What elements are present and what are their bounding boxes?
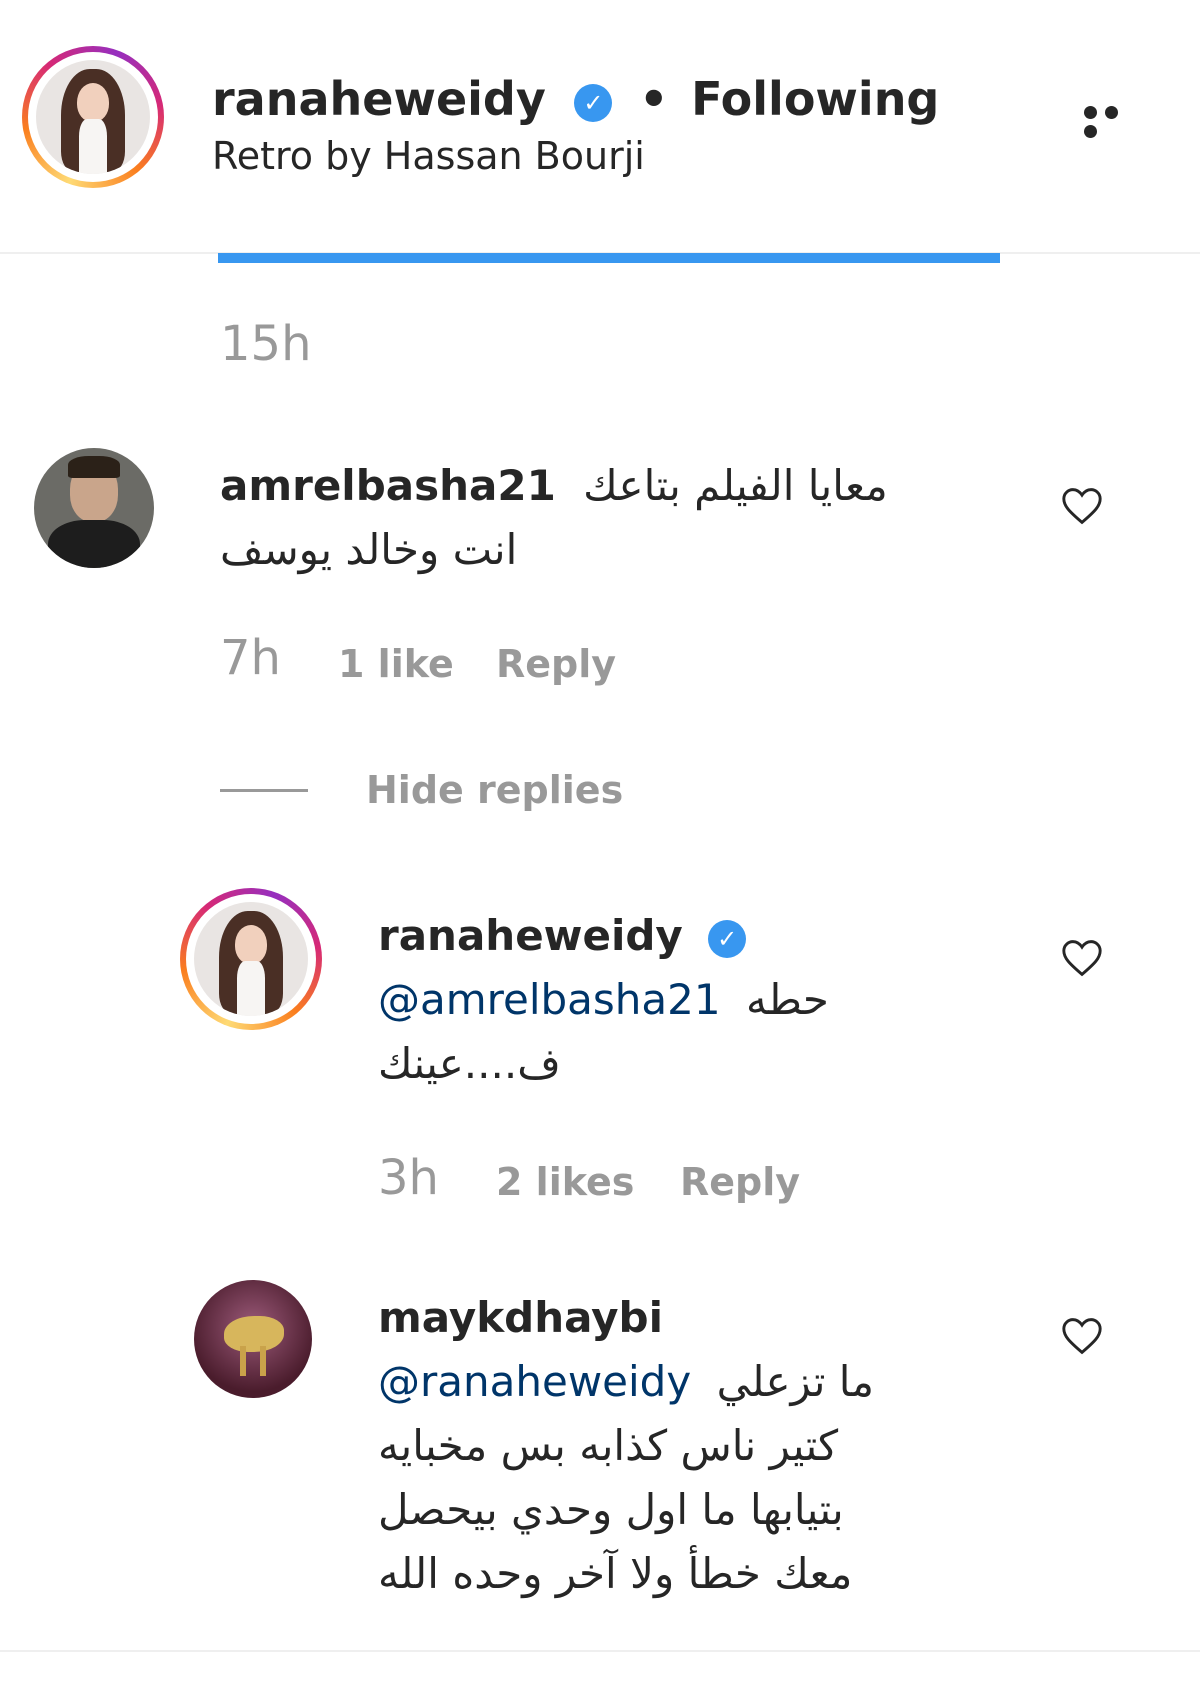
reply-username[interactable]: ranaheweidy xyxy=(378,911,683,960)
reply-text-line2: ف....عينك xyxy=(378,1039,561,1088)
like-heart-icon[interactable] xyxy=(1060,486,1104,526)
reply-time: 3h xyxy=(378,1150,439,1206)
reply-avatar[interactable] xyxy=(194,1280,312,1398)
reply-body: ranaheweidy ✓ @amrelbasha21 حطه ف....عين… xyxy=(378,904,978,1096)
post-header: ranaheweidy ✓ • Following Retro by Hassa… xyxy=(0,0,1200,254)
comment-time: 7h xyxy=(220,630,281,686)
reply-author-photo xyxy=(194,902,308,1016)
mention-link[interactable]: @amrelbasha21 xyxy=(378,975,721,1024)
comment-likes-count[interactable]: 1 like xyxy=(338,642,454,686)
verified-badge-icon: ✓ xyxy=(574,83,613,122)
author-avatar[interactable] xyxy=(22,46,164,188)
caption-overflow-strip xyxy=(218,253,1000,263)
author-username[interactable]: ranaheweidy xyxy=(212,72,546,126)
hide-replies-line xyxy=(220,789,308,792)
comment-text-line2: انت وخالد يوسف xyxy=(220,525,518,574)
hide-replies-button[interactable]: Hide replies xyxy=(366,768,623,812)
reply-button[interactable]: Reply xyxy=(496,642,616,686)
reply-button[interactable]: Reply xyxy=(680,1160,800,1204)
reply-body: maykdhaybi @ranaheweidy ما تزعلي كتير نا… xyxy=(378,1286,998,1626)
reply-text-line2: كتير ناس كذابه بس مخبايه xyxy=(378,1421,839,1470)
header-title-row: ranaheweidy ✓ • Following xyxy=(212,72,939,126)
author-photo xyxy=(36,60,150,174)
reply-likes-count[interactable]: 2 likes xyxy=(496,1160,634,1204)
separator-dot: • xyxy=(639,72,669,126)
audio-subtitle[interactable]: Retro by Hassan Bourji xyxy=(212,134,645,178)
comment-avatar[interactable] xyxy=(34,448,154,568)
comment-username[interactable]: amrelbasha21 xyxy=(220,461,556,510)
like-heart-icon[interactable] xyxy=(1060,1316,1104,1356)
bottom-divider xyxy=(0,1650,1200,1652)
reply-text-line3: بتيابها ما اول وحدي بيحصل xyxy=(378,1485,844,1534)
verified-badge-icon: ✓ xyxy=(708,919,747,958)
reply-avatar[interactable] xyxy=(180,888,322,1030)
comment-body: amrelbasha21 معايا الفيلم بتاعك انت وخال… xyxy=(220,454,940,582)
reply-text-line4: معك خطأ ولا آخر وحده الله xyxy=(378,1549,853,1598)
reply-text: ما تزعلي xyxy=(716,1357,875,1406)
more-options-icon[interactable] xyxy=(1084,104,1146,138)
reply-text: حطه xyxy=(745,975,829,1024)
caption-time: 15h xyxy=(220,316,312,372)
reply-username[interactable]: maykdhaybi xyxy=(378,1286,998,1350)
mention-link[interactable]: @ranaheweidy xyxy=(378,1357,691,1406)
follow-status-button[interactable]: Following xyxy=(691,72,939,126)
like-heart-icon[interactable] xyxy=(1060,938,1104,978)
comment-text: معايا الفيلم بتاعك xyxy=(583,461,888,510)
